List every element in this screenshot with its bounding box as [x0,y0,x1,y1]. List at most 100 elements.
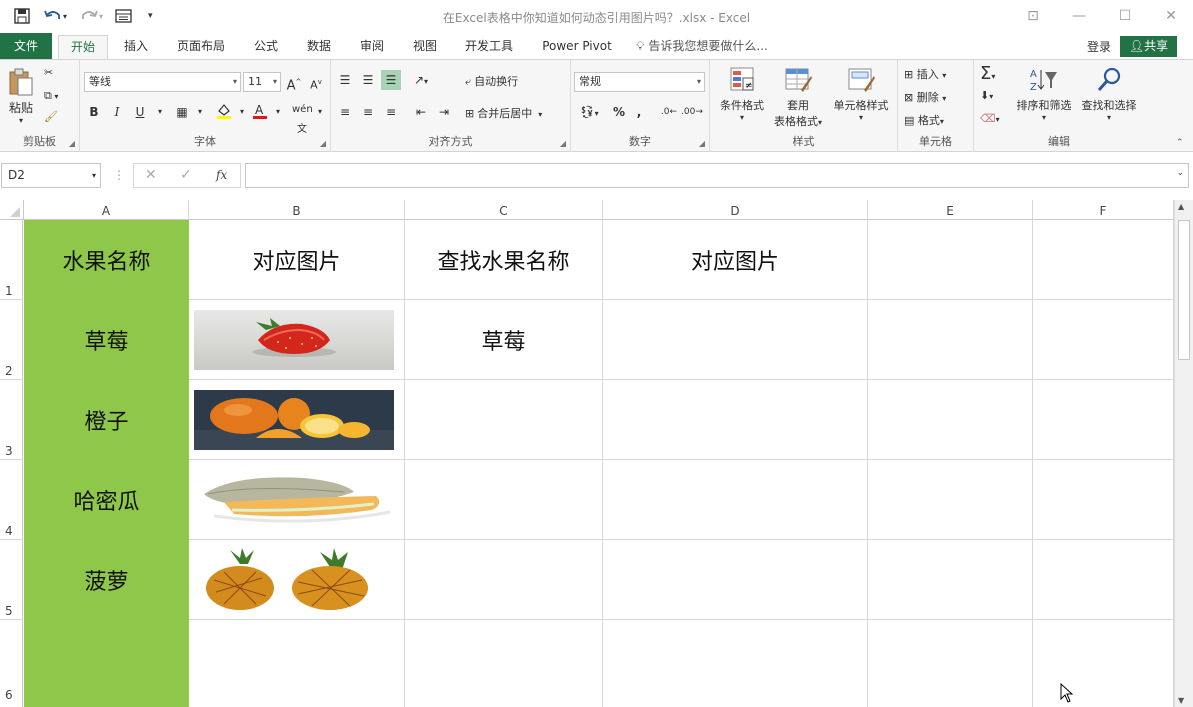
cell-styles-button[interactable]: 单元格样式 ▾ [830,66,892,122]
font-color-dropdown-icon[interactable]: ▾ [268,102,288,122]
fill-icon[interactable]: ⬇︎▾ [980,89,993,102]
percent-style-button[interactable]: % [609,102,629,122]
cell-e4[interactable] [868,460,1033,540]
column-header-f[interactable]: F [1033,200,1174,220]
collapse-ribbon-icon[interactable]: ⌃ [1176,138,1184,148]
maximize-button[interactable]: ☐ [1110,4,1140,28]
column-header-c[interactable]: C [405,200,603,220]
formula-input[interactable]: ⌄ [245,163,1189,188]
borders-icon[interactable]: ▦ [172,102,192,122]
name-box[interactable]: D2 ▾ [1,163,101,188]
number-launcher-icon[interactable]: ◢ [699,139,705,148]
cell-e1[interactable] [868,220,1033,300]
clipboard-launcher-icon[interactable]: ◢ [69,139,75,148]
cell-c2[interactable]: 草莓 [405,300,603,380]
font-launcher-icon[interactable]: ◢ [320,139,326,148]
copy-icon[interactable]: ⧉ ▾ [44,89,58,103]
shrink-font-icon[interactable]: Av [306,72,326,92]
cell-e2[interactable] [868,300,1033,380]
conditional-formatting-button[interactable]: ≠ 条件格式 ▾ [714,66,770,122]
format-painter-icon[interactable]: 🖌︎ [44,110,58,123]
close-button[interactable]: ✕ [1156,4,1186,28]
underline-dropdown-icon[interactable]: ▾ [150,102,170,122]
sign-in-link[interactable]: 登录 [1087,38,1111,55]
wrap-text-button[interactable]: ⤶ 自动换行 [465,73,518,89]
row-header-4[interactable]: 4 [0,460,23,540]
confirm-entry-icon[interactable]: ✓ [180,167,192,183]
expand-formula-bar-icon[interactable]: ⌄ [1176,168,1184,178]
cell-c5[interactable] [405,540,603,620]
column-header-a[interactable]: A [24,200,189,220]
increase-decimal-icon[interactable]: .0← [659,102,679,122]
clear-icon[interactable]: ⌫▾ [980,112,1000,125]
row-header-2[interactable]: 2 [0,300,23,380]
align-center-icon[interactable]: ≡ [358,102,378,122]
cantaloupe-picture[interactable] [194,470,394,530]
cell-f4[interactable] [1033,460,1174,540]
cell-f6[interactable] [1033,620,1174,707]
cell-f1[interactable] [1033,220,1174,300]
paste-button[interactable]: 粘贴 ▾ [6,68,36,125]
cell-b1[interactable]: 对应图片 [189,220,405,300]
tab-review[interactable]: 审阅 [350,33,394,59]
cell-d3[interactable] [603,380,868,460]
delete-cells-button[interactable]: ⊠ 删除 ▾ [904,89,946,105]
phonetic-guide-icon[interactable]: wén 文 [292,100,313,135]
align-middle-icon[interactable]: ☰ [358,70,378,90]
cell-e6[interactable] [868,620,1033,707]
cell-a4[interactable]: 哈密瓜 [24,460,189,540]
font-name-select[interactable]: 等线 ▾ [84,72,241,92]
align-top-icon[interactable]: ☰ [335,70,355,90]
cell-d1[interactable]: 对应图片 [603,220,868,300]
borders-dropdown-icon[interactable]: ▾ [190,102,210,122]
tab-formulas[interactable]: 公式 [244,33,288,59]
scroll-down-icon[interactable]: ▼ [1178,696,1184,705]
column-header-b[interactable]: B [189,200,405,220]
decrease-decimal-icon[interactable]: .00→ [681,102,703,122]
pineapple-picture[interactable] [194,548,394,612]
orientation-icon[interactable]: ↗▾ [411,70,431,90]
orange-picture[interactable] [194,390,394,450]
sort-filter-button[interactable]: AZ 排序和筛选 ▾ [1014,66,1074,122]
cell-b6[interactable] [189,620,405,707]
insert-cells-button[interactable]: ⊞ 插入 ▾ [904,66,946,82]
number-format-select[interactable]: 常规 ▾ [574,72,705,92]
ribbon-display-options-icon[interactable]: ⊡ [1018,4,1048,28]
cell-a5[interactable]: 菠萝 [24,540,189,620]
cell-d5[interactable] [603,540,868,620]
align-left-icon[interactable]: ≡ [335,102,355,122]
cut-icon[interactable]: ✂ [44,66,53,79]
cell-d4[interactable] [603,460,868,540]
align-bottom-icon[interactable]: ☰ [381,70,401,90]
cell-e3[interactable] [868,380,1033,460]
format-as-table-button[interactable]: 套用 表格格式▾ [768,66,828,129]
merge-center-button[interactable]: ⊞ 合并后居中 ▾ [465,105,542,121]
decrease-indent-icon[interactable]: ⇤ [411,102,431,122]
cell-e5[interactable] [868,540,1033,620]
cell-a2[interactable]: 草莓 [24,300,189,380]
tab-developer[interactable]: 开发工具 [456,33,522,59]
scroll-up-icon[interactable]: ▲ [1178,202,1184,211]
phonetic-dropdown-icon[interactable]: ▾ [310,102,330,122]
tab-file[interactable]: 文件 [0,33,52,59]
cell-f2[interactable] [1033,300,1174,380]
increase-indent-icon[interactable]: ⇥ [434,102,454,122]
column-header-e[interactable]: E [868,200,1033,220]
tab-insert[interactable]: 插入 [114,33,158,59]
format-cells-button[interactable]: ▤ 格式▾ [904,112,944,128]
cell-d6[interactable] [603,620,868,707]
row-header-1[interactable]: 1 [0,220,23,300]
fill-color-icon[interactable] [214,102,234,122]
grow-font-icon[interactable]: A^ [284,72,304,93]
tab-view[interactable]: 视图 [403,33,447,59]
find-select-button[interactable]: 查找和选择 ▾ [1078,66,1140,122]
minimize-button[interactable]: — [1064,4,1094,28]
alignment-launcher-icon[interactable]: ◢ [560,139,566,148]
tab-home[interactable]: 开始 [58,35,108,60]
cell-f3[interactable] [1033,380,1174,460]
cell-a3[interactable]: 橙子 [24,380,189,460]
column-header-d[interactable]: D [603,200,868,220]
font-size-select[interactable]: 11 ▾ [243,72,281,92]
align-right-icon[interactable]: ≡ [381,102,401,122]
underline-button[interactable]: U [130,102,150,122]
